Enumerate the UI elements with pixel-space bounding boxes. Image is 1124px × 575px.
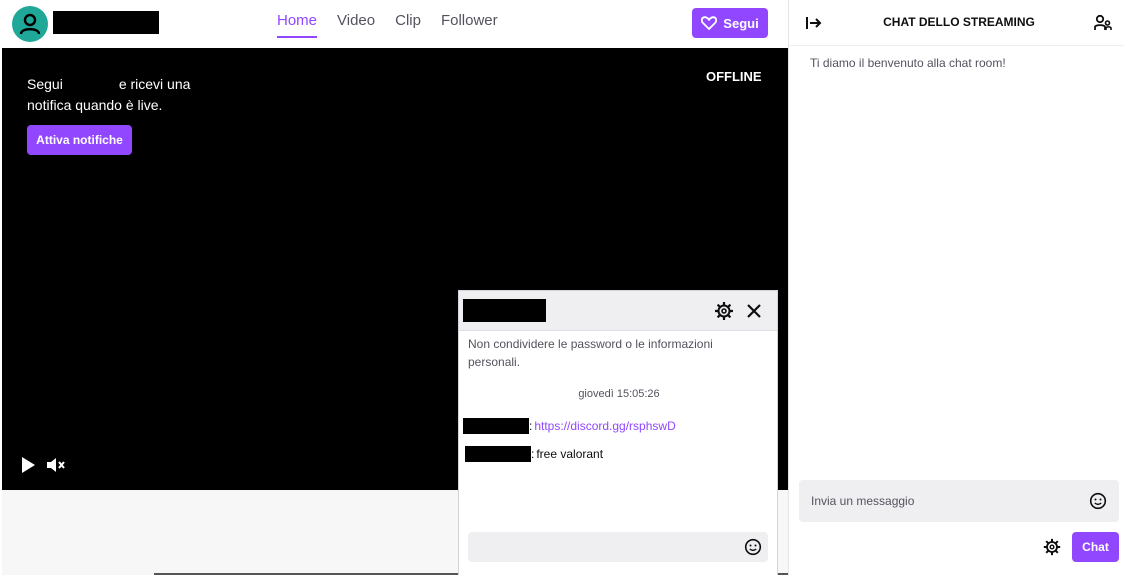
emoji-icon[interactable] bbox=[1089, 492, 1107, 510]
chat-header: CHAT DELLO STREAMING bbox=[789, 0, 1124, 46]
popout-user-redacted bbox=[463, 299, 546, 322]
message-link[interactable]: https://discord.gg/rsphswD bbox=[534, 419, 675, 433]
follow-promo: Segui e ricevi una notifica quando è live… bbox=[27, 74, 227, 116]
mute-icon[interactable] bbox=[46, 455, 66, 475]
channel-header: Home Video Clip Follower Segui bbox=[0, 0, 788, 48]
play-icon[interactable] bbox=[18, 455, 38, 475]
tab-video[interactable]: Video bbox=[337, 0, 375, 38]
emoji-icon[interactable] bbox=[744, 538, 762, 556]
message-user-redacted[interactable] bbox=[465, 446, 531, 462]
follow-label: Segui bbox=[723, 15, 759, 31]
chat-message-input[interactable] bbox=[799, 480, 1069, 522]
popout-header bbox=[459, 291, 777, 331]
community-icon[interactable] bbox=[1094, 14, 1112, 32]
user-icon bbox=[19, 13, 41, 35]
tab-follower[interactable]: Follower bbox=[441, 0, 498, 38]
privacy-warning: Non condividere le password o le informa… bbox=[468, 337, 713, 369]
chat-settings-gear-icon[interactable] bbox=[1042, 537, 1062, 557]
promo-text-start: Segui bbox=[27, 76, 63, 92]
message-timestamp: giovedì 15:05:26 bbox=[578, 388, 660, 400]
popout-chat: Non condividere le password o le informa… bbox=[458, 290, 778, 575]
offline-status: OFFLINE bbox=[706, 69, 762, 84]
close-icon[interactable] bbox=[743, 300, 765, 322]
gear-icon[interactable] bbox=[713, 300, 735, 322]
chat-title: CHAT DELLO STREAMING bbox=[883, 15, 1035, 29]
enable-notifications-button[interactable]: Attiva notifiche bbox=[27, 125, 132, 155]
message-user-redacted[interactable] bbox=[463, 418, 529, 434]
heart-icon bbox=[701, 16, 718, 30]
message-text: free valorant bbox=[536, 447, 604, 461]
chat-message: : free valorant bbox=[465, 446, 603, 462]
follow-button[interactable]: Segui bbox=[692, 8, 768, 38]
avatar[interactable] bbox=[12, 6, 48, 42]
popout-message-input[interactable] bbox=[468, 532, 768, 562]
chat-message: : https://discord.gg/rsphswD bbox=[463, 418, 676, 434]
tab-clip[interactable]: Clip bbox=[395, 0, 421, 38]
channel-tabs: Home Video Clip Follower bbox=[277, 0, 498, 48]
stream-chat: CHAT DELLO STREAMING Ti diamo il benvenu… bbox=[788, 0, 1124, 575]
tab-home[interactable]: Home bbox=[277, 0, 318, 38]
send-chat-button[interactable]: Chat bbox=[1072, 532, 1119, 562]
channel-name-redacted[interactable] bbox=[53, 11, 159, 34]
welcome-message: Ti diamo il benvenuto alla chat room! bbox=[810, 56, 1006, 70]
chat-input-box bbox=[799, 480, 1119, 522]
